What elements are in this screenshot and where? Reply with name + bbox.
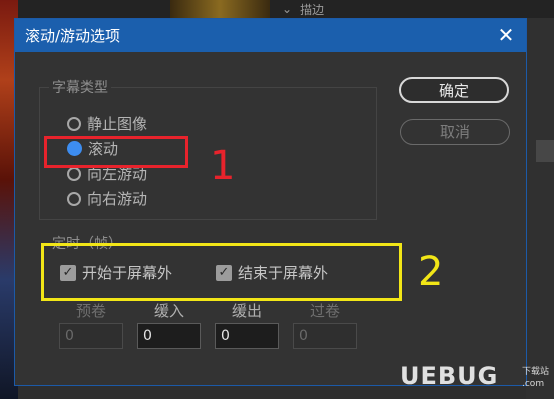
highlight-box-2 — [41, 243, 402, 301]
postroll-input: 0 — [293, 323, 357, 349]
dialog-titlebar[interactable]: 滚动/游动选项 ✕ — [15, 19, 526, 52]
close-icon[interactable]: ✕ — [494, 23, 518, 47]
postroll-label: 过卷 — [309, 302, 340, 320]
preroll-label: 预卷 — [75, 302, 106, 320]
ease-in-input[interactable]: 0 — [137, 323, 201, 349]
ease-out-input[interactable]: 0 — [215, 323, 279, 349]
preroll-input: 0 — [59, 323, 123, 349]
radio-label: 静止图像 — [87, 115, 148, 133]
subtitle-type-legend: 字幕类型 — [49, 77, 111, 97]
watermark-brand: UEBUG — [400, 362, 499, 390]
radio-button-icon — [67, 166, 81, 181]
watermark-logo: UEBUG 下载站 .com — [400, 362, 549, 390]
dialog-title: 滚动/游动选项 — [25, 27, 121, 45]
highlight-box-1 — [44, 136, 188, 168]
annotation-number-2: 2 — [418, 249, 444, 295]
watermark-sub: 下载站 — [522, 367, 550, 377]
radio-label: 向右游动 — [87, 190, 148, 208]
radio-button-icon — [67, 191, 81, 206]
watermark-domain: .com — [522, 379, 545, 389]
ease-out-label: 缓出 — [231, 302, 262, 320]
background-panel-header: ⌄ 描边 — [282, 0, 324, 18]
ease-in-label: 缓入 — [153, 302, 184, 320]
cancel-button[interactable]: 取消 — [400, 119, 510, 145]
radio-still-image[interactable]: 静止图像 — [67, 113, 147, 134]
annotation-number-1: 1 — [210, 143, 236, 189]
background-right-tab — [536, 140, 554, 162]
radio-button-icon — [67, 116, 81, 131]
screen: { "background": { "panel_title": "描边", "… — [0, 0, 554, 399]
ok-button[interactable]: 确定 — [399, 77, 509, 103]
chevron-down-icon: ⌄ — [282, 2, 293, 16]
radio-crawl-right[interactable]: 向右游动 — [67, 188, 147, 209]
background-thumbnail — [170, 0, 270, 18]
roll-crawl-options-dialog: 滚动/游动选项 ✕ 字幕类型 静止图像 滚动 向左游动 向右游动 定时（帧） ✓… — [14, 18, 527, 386]
background-panel-title: 描边 — [300, 2, 325, 17]
background-right-panel — [526, 18, 554, 399]
